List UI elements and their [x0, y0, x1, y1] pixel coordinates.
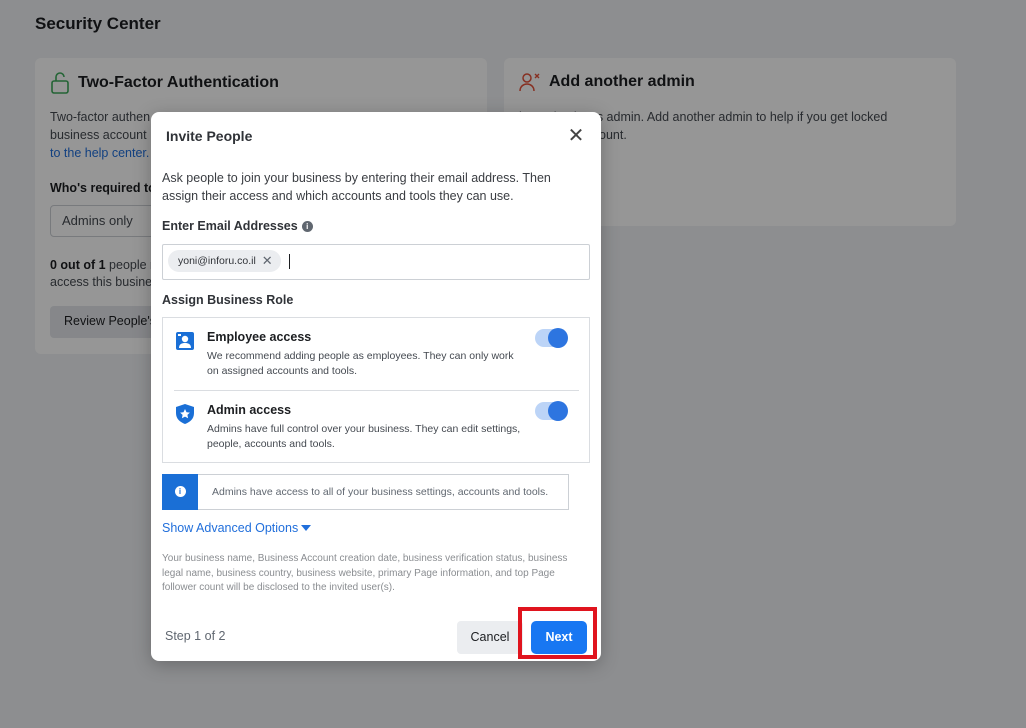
toggle-knob — [548, 328, 568, 348]
info-icon[interactable]: i — [301, 220, 313, 232]
role-employee-name: Employee access — [207, 330, 312, 344]
info-icon: i — [174, 486, 186, 497]
admin-shield-icon — [176, 404, 194, 424]
invite-people-dialog: Invite People ✕ Ask people to join your … — [151, 112, 601, 661]
remove-chip-icon[interactable]: ✕ — [262, 250, 273, 272]
email-chip: yoni@inforu.co.il ✕ — [168, 250, 281, 272]
next-button-highlight — [518, 607, 597, 659]
chevron-down-icon — [301, 525, 312, 531]
admin-info-banner: i Admins have access to all of your busi… — [162, 473, 569, 510]
text-caret — [289, 254, 290, 269]
email-chip-label: yoni@inforu.co.il — [178, 255, 256, 267]
role-label: Assign Business Role — [162, 293, 294, 307]
role-admin-name: Admin access — [207, 403, 292, 417]
business-role-list: Employee access We recommend adding peop… — [162, 317, 590, 463]
employee-badge-icon — [176, 332, 194, 350]
employee-access-toggle[interactable] — [535, 328, 568, 348]
email-label-text: Enter Email Addresses — [162, 219, 298, 233]
disclosure-text: Your business name, Business Account cre… — [162, 553, 568, 593]
dialog-title: Invite People — [166, 128, 253, 144]
show-advanced-options-link[interactable]: Show Advanced Options — [162, 521, 312, 535]
role-admin-description: Admins have full control over your busin… — [207, 423, 521, 450]
role-divider — [174, 390, 579, 391]
advanced-link-text: Show Advanced Options — [162, 521, 299, 535]
admin-access-toggle[interactable] — [535, 401, 568, 421]
info-banner-text: Admins have access to all of your busine… — [212, 486, 549, 498]
step-indicator: Step 1 of 2 — [165, 629, 226, 643]
role-employee-description: We recommend adding people as employees.… — [207, 350, 514, 377]
close-icon[interactable]: ✕ — [565, 126, 587, 148]
email-input[interactable]: yoni@inforu.co.il ✕ — [162, 244, 590, 280]
info-banner-icon-box: i — [162, 473, 198, 510]
cancel-button[interactable]: Cancel — [457, 621, 523, 654]
email-label: Enter Email Addresses i — [162, 219, 313, 233]
toggle-knob — [548, 401, 568, 421]
dialog-intro: Ask people to join your business by ente… — [162, 171, 551, 203]
